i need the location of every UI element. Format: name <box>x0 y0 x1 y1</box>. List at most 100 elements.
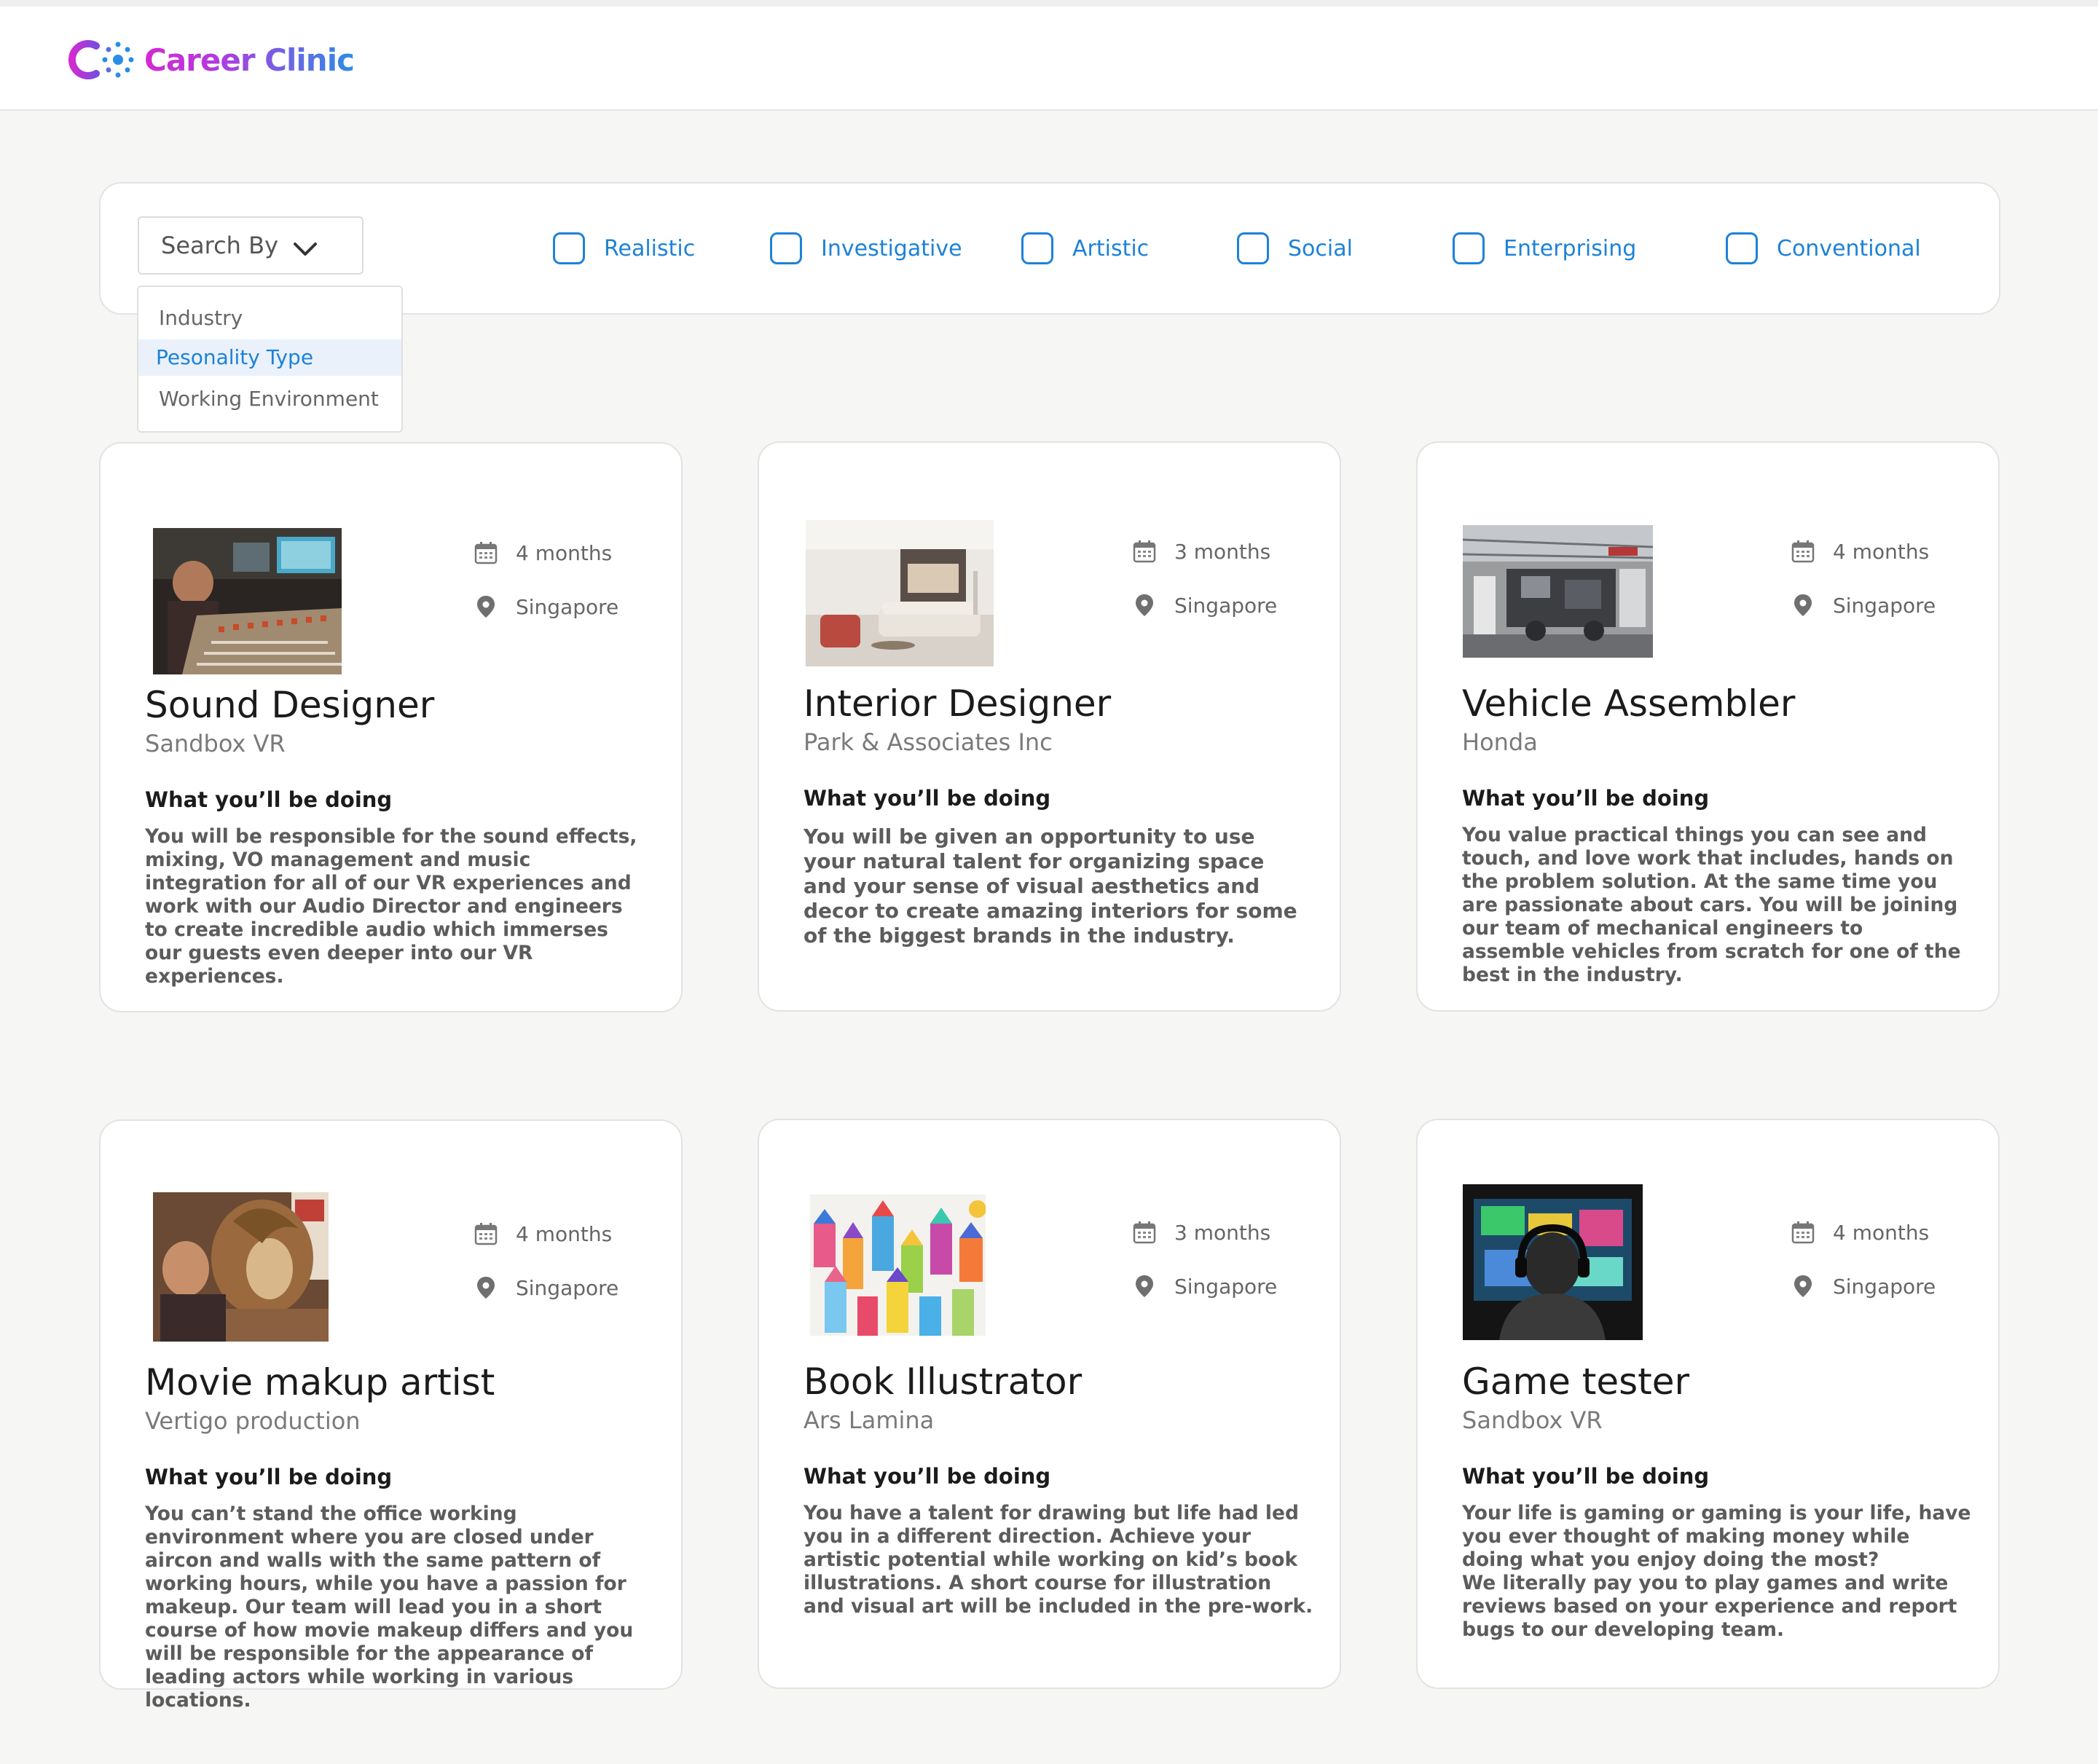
job-title[interactable]: Game tester <box>1462 1361 1689 1403</box>
job-description: You value practical things you can see a… <box>1462 824 1961 986</box>
company-name: Ars Lamina <box>804 1406 935 1434</box>
job-title[interactable]: Movie makup artist <box>145 1361 495 1403</box>
job-description: You have a talent for drawing but life h… <box>804 1502 1313 1618</box>
company-name: Honda <box>1462 728 1538 756</box>
location-pin-icon <box>1791 593 1815 618</box>
section-heading: What you’ll be doing <box>145 1465 393 1489</box>
career-clinic-logo-icon <box>67 37 137 82</box>
filter-realistic[interactable]: Realistic <box>553 232 695 264</box>
filter-social[interactable]: Social <box>1237 232 1353 264</box>
job-card-movie-makeup-artist[interactable]: 4 months Singapore Movie makup artist Ve… <box>99 1119 683 1712</box>
location-pin-icon <box>1791 1274 1815 1299</box>
app-header: Career Clinic <box>0 7 2098 111</box>
section-heading: What you’ll be doing <box>145 787 393 812</box>
duration-info: 3 months <box>1132 1220 1270 1245</box>
job-card-book-illustrator[interactable]: 3 months Singapore Book Illustrator Ars … <box>758 1119 1341 1689</box>
logo[interactable]: Career Clinic <box>67 37 355 82</box>
job-title[interactable]: Sound Designer <box>145 684 434 726</box>
location-pin-icon <box>474 1275 498 1300</box>
logo-text: Career Clinic <box>144 42 355 78</box>
duration-text: 4 months <box>1833 539 1930 564</box>
dropdown-option-personality-type[interactable]: Pesonality Type <box>138 339 401 376</box>
job-card-game-tester[interactable]: 4 months Singapore Game tester Sandbox V… <box>1416 1119 2000 1689</box>
location-text: Singapore <box>1833 1274 1936 1299</box>
calendar-icon <box>474 1221 498 1246</box>
company-name: Sandbox VR <box>1462 1406 1603 1434</box>
filter-enterprising[interactable]: Enterprising <box>1453 232 1636 264</box>
location-pin-icon <box>474 594 498 619</box>
search-by-dropdown-menu: Industry Pesonality Type Working Environ… <box>137 286 403 433</box>
duration-info: 4 months <box>1791 1220 1929 1245</box>
job-description: You will be given an opportunity to use … <box>804 824 1297 948</box>
job-title[interactable]: Book Illustrator <box>804 1361 1082 1403</box>
artistic-label: Artistic <box>1072 235 1150 261</box>
location-info: Singapore <box>1791 1274 1936 1299</box>
duration-text: 3 months <box>1174 1220 1271 1245</box>
calendar-icon <box>1132 539 1157 564</box>
chevron-down-icon <box>292 237 318 264</box>
location-info: Singapore <box>1791 593 1936 618</box>
social-checkbox[interactable] <box>1237 232 1269 264</box>
search-by-label: Search By <box>161 232 278 259</box>
section-heading: What you’ll be doing <box>804 1464 1051 1489</box>
location-info: Singapore <box>1132 593 1277 618</box>
gamer-image <box>1463 1184 1643 1340</box>
location-pin-icon <box>1132 593 1157 618</box>
search-by-select[interactable]: Search By <box>138 216 364 275</box>
duration-text: 4 months <box>516 540 613 565</box>
job-description: You can’t stand the office working envir… <box>145 1503 634 1712</box>
recording-studio-image <box>153 528 342 674</box>
location-pin-icon <box>1132 1274 1157 1299</box>
location-text: Singapore <box>516 594 619 619</box>
artistic-checkbox[interactable] <box>1021 232 1053 264</box>
top-strip <box>0 0 2098 7</box>
duration-text: 4 months <box>1833 1220 1930 1245</box>
conventional-label: Conventional <box>1777 235 1921 261</box>
duration-info: 4 months <box>474 540 612 565</box>
job-card-interior-designer[interactable]: 3 months Singapore Interior Designer Par… <box>758 441 1341 1012</box>
section-heading: What you’ll be doing <box>804 786 1051 811</box>
location-text: Singapore <box>1174 593 1278 618</box>
location-text: Singapore <box>1833 593 1936 618</box>
enterprising-label: Enterprising <box>1504 235 1637 261</box>
filter-investigative[interactable]: Investigative <box>770 232 962 264</box>
job-card-vehicle-assembler[interactable]: 4 months Singapore Vehicle Assembler Hon… <box>1416 441 2000 1012</box>
duration-info: 4 months <box>1791 539 1929 564</box>
duration-text: 4 months <box>516 1221 613 1246</box>
makeup-artist-image <box>153 1192 329 1342</box>
company-name: Sandbox VR <box>145 730 286 757</box>
dropdown-option-industry[interactable]: Industry <box>138 300 401 336</box>
conventional-checkbox[interactable] <box>1726 232 1758 264</box>
job-description: You will be responsible for the sound ef… <box>145 825 637 988</box>
living-room-image <box>806 520 994 666</box>
realistic-label: Realistic <box>604 235 696 261</box>
realistic-checkbox[interactable] <box>553 232 585 264</box>
investigative-label: Investigative <box>821 235 962 261</box>
company-name: Vertigo production <box>145 1407 361 1435</box>
location-info: Singapore <box>474 1275 618 1300</box>
job-title[interactable]: Interior Designer <box>804 682 1111 725</box>
job-title[interactable]: Vehicle Assembler <box>1462 682 1795 725</box>
filter-conventional[interactable]: Conventional <box>1726 232 1921 264</box>
job-description: Your life is gaming or gaming is your li… <box>1462 1502 1971 1641</box>
illustration-image <box>810 1194 986 1336</box>
section-heading: What you’ll be doing <box>1462 786 1710 811</box>
dropdown-option-working-environment[interactable]: Working Environment <box>138 381 401 417</box>
company-name: Park & Associates Inc <box>804 728 1053 756</box>
job-card-sound-designer[interactable]: 4 months Singapore Sound Designer Sandbo… <box>99 442 683 1012</box>
assembly-line-image <box>1463 525 1653 658</box>
location-text: Singapore <box>1174 1274 1278 1299</box>
calendar-icon <box>1132 1220 1157 1245</box>
location-info: Singapore <box>1132 1274 1277 1299</box>
investigative-checkbox[interactable] <box>770 232 802 264</box>
calendar-icon <box>1791 539 1815 564</box>
duration-text: 3 months <box>1174 539 1271 564</box>
filter-artistic[interactable]: Artistic <box>1021 232 1149 264</box>
calendar-icon <box>1791 1220 1815 1245</box>
social-label: Social <box>1288 235 1353 261</box>
enterprising-checkbox[interactable] <box>1453 232 1485 264</box>
duration-info: 4 months <box>474 1221 612 1246</box>
section-heading: What you’ll be doing <box>1462 1464 1710 1489</box>
location-text: Singapore <box>516 1275 619 1300</box>
calendar-icon <box>474 540 498 565</box>
